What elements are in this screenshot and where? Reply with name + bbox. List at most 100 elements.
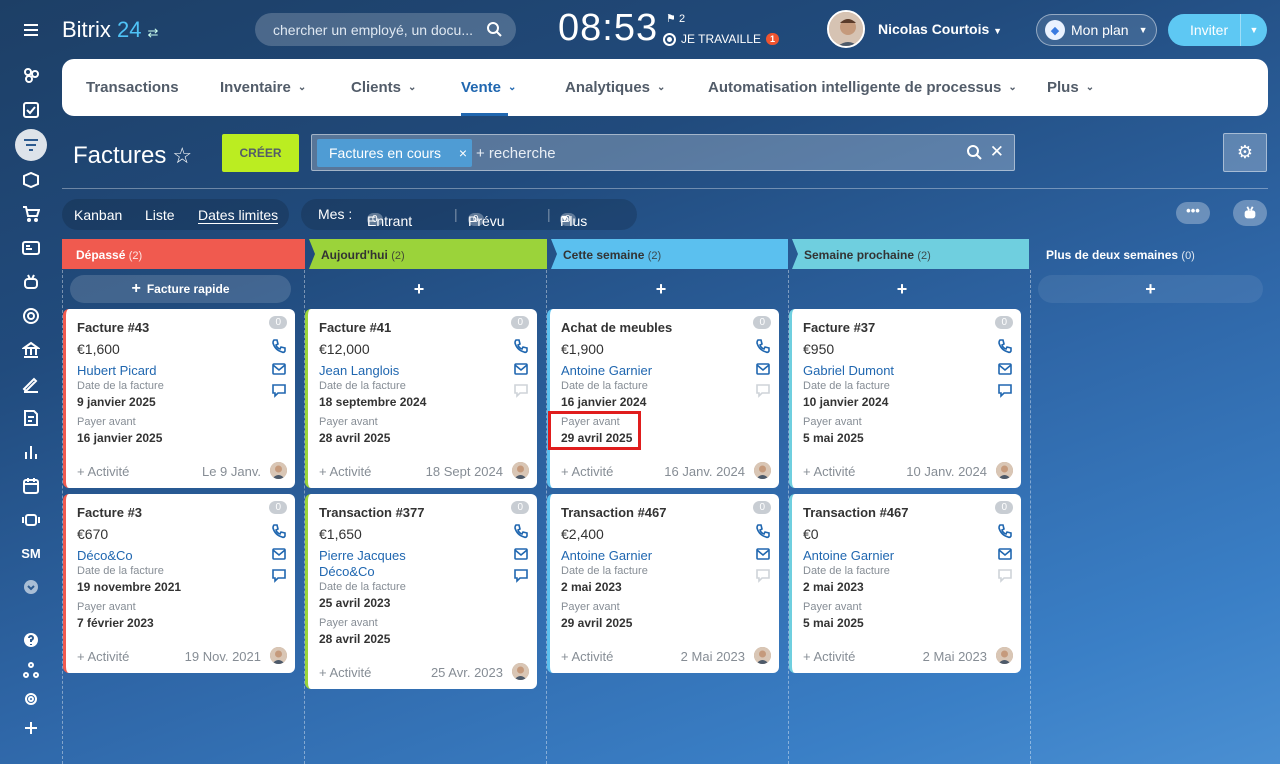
card-title[interactable]: Facture #41: [319, 320, 391, 335]
card-title[interactable]: Facture #43: [77, 320, 149, 335]
card-client-link[interactable]: Gabriel Dumont: [803, 363, 894, 378]
phone-icon[interactable]: [997, 338, 1013, 354]
pay-before-value: 5 mai 2025: [803, 616, 864, 630]
avatar[interactable]: [754, 462, 771, 479]
chat-icon[interactable]: [513, 567, 529, 583]
column-header-cette-semaine[interactable]: Cette semaine (2): [549, 239, 788, 269]
chat-icon[interactable]: [271, 567, 287, 583]
card-date: 18 Sept 2024: [425, 464, 503, 479]
card-title[interactable]: Facture #3: [77, 505, 142, 520]
add-card-button[interactable]: +: [553, 275, 769, 303]
invoice-date-value: 9 janvier 2025: [77, 395, 156, 409]
phone-icon[interactable]: [755, 523, 771, 539]
chat-icon[interactable]: [755, 382, 771, 398]
add-card-button[interactable]: +: [1038, 275, 1263, 303]
card-date: 16 Janv. 2024: [664, 464, 745, 479]
mail-icon[interactable]: [997, 361, 1013, 377]
mail-icon[interactable]: [755, 546, 771, 562]
add-card-button[interactable]: +: [794, 275, 1010, 303]
quick-invoice-button[interactable]: + Facture rapide: [70, 275, 291, 303]
card-title[interactable]: Facture #37: [803, 320, 875, 335]
card-client-link[interactable]: Antoine Garnier: [561, 363, 652, 378]
card-title[interactable]: Transaction #467: [561, 505, 667, 520]
mail-icon[interactable]: [997, 546, 1013, 562]
card-client-link[interactable]: Jean Langlois: [319, 363, 399, 378]
pay-before-value: 16 janvier 2025: [77, 431, 163, 445]
chat-icon[interactable]: [513, 382, 529, 398]
column-title: Plus de deux semaines: [1046, 248, 1179, 262]
column-title: Aujourd'hui: [321, 248, 388, 262]
add-card-button[interactable]: +: [311, 275, 527, 303]
column-header-aujourdhui[interactable]: Aujourd'hui (2): [307, 239, 547, 269]
card-client-link[interactable]: Pierre Jacques: [319, 548, 406, 563]
invoice-date-label: Date de la facture: [77, 380, 164, 392]
mail-icon[interactable]: [755, 361, 771, 377]
kanban-card[interactable]: Transaction #467 0 €2,400 Antoine Garnier Da…: [547, 494, 779, 673]
invoice-date-value: 19 novembre 2021: [77, 580, 182, 594]
mail-icon[interactable]: [513, 361, 529, 377]
mail-icon[interactable]: [513, 546, 529, 562]
add-activity-link[interactable]: + Activité: [319, 464, 371, 479]
card-company-link[interactable]: Déco&Co: [319, 564, 375, 579]
kanban-card[interactable]: Facture #3 0 €670 Déco&Co Date de la facture…: [63, 494, 295, 673]
column-header-semaine-prochaine[interactable]: Semaine prochaine (2): [790, 239, 1029, 269]
column-count: (2): [917, 250, 931, 262]
card-title[interactable]: Transaction #377: [319, 505, 425, 520]
card-client-link[interactable]: Antoine Garnier: [803, 548, 894, 563]
plus-icon: +: [131, 280, 141, 297]
kanban-card[interactable]: Facture #37 0 €950 Gabriel Dumont Date de la…: [789, 309, 1021, 488]
chat-icon[interactable]: [271, 382, 287, 398]
column-title: Semaine prochaine: [804, 248, 915, 262]
phone-icon[interactable]: [513, 523, 529, 539]
card-title[interactable]: Achat de meubles: [561, 320, 672, 335]
invoice-date-value: 2 mai 2023: [561, 580, 622, 594]
card-date: 2 Mai 2023: [680, 649, 745, 664]
invoice-date-value: 10 janvier 2024: [803, 395, 889, 409]
card-client-link[interactable]: Hubert Picard: [77, 363, 156, 378]
phone-icon[interactable]: [271, 523, 287, 539]
mail-icon[interactable]: [271, 361, 287, 377]
phone-icon[interactable]: [755, 338, 771, 354]
add-activity-link[interactable]: + Activité: [319, 665, 371, 680]
add-activity-link[interactable]: + Activité: [77, 464, 129, 479]
card-amount: €1,900: [561, 341, 604, 357]
avatar[interactable]: [996, 647, 1013, 664]
chat-icon[interactable]: [755, 567, 771, 583]
card-client-link[interactable]: Antoine Garnier: [561, 548, 652, 563]
card-date: 19 Nov. 2021: [184, 649, 261, 664]
kanban-card[interactable]: Facture #41 0 €12,000 Jean Langlois Date de …: [305, 309, 537, 488]
avatar[interactable]: [754, 647, 771, 664]
phone-icon[interactable]: [997, 523, 1013, 539]
avatar[interactable]: [270, 647, 287, 664]
add-activity-link[interactable]: + Activité: [77, 649, 129, 664]
card-date: 2 Mai 2023: [922, 649, 987, 664]
chat-icon[interactable]: [997, 567, 1013, 583]
card-amount: €2,400: [561, 526, 604, 542]
phone-icon[interactable]: [271, 338, 287, 354]
kanban-card[interactable]: Transaction #377 0 €1,650 Pierre Jacques Déc…: [305, 494, 537, 689]
pay-before-label: Payer avant: [319, 617, 378, 629]
add-activity-link[interactable]: + Activité: [803, 649, 855, 664]
avatar[interactable]: [996, 462, 1013, 479]
kanban-card[interactable]: Facture #43 0 €1,600 Hubert Picard Date de l…: [63, 309, 295, 488]
kanban-card[interactable]: Transaction #467 0 €0 Antoine Garnier Date d…: [789, 494, 1021, 673]
add-activity-link[interactable]: + Activité: [561, 464, 613, 479]
column-count: (2): [647, 250, 662, 262]
column-count: (2): [391, 250, 405, 262]
chat-icon[interactable]: [997, 382, 1013, 398]
avatar[interactable]: [512, 663, 529, 680]
add-activity-link[interactable]: + Activité: [803, 464, 855, 479]
invoice-date-value: 25 avril 2023: [319, 596, 391, 610]
card-title[interactable]: Transaction #467: [803, 505, 909, 520]
card-client-link[interactable]: Déco&Co: [77, 548, 133, 563]
add-activity-link[interactable]: + Activité: [561, 649, 613, 664]
mail-icon[interactable]: [271, 546, 287, 562]
column-header-plus-deux-semaines[interactable]: Plus de deux semaines (0): [1032, 239, 1268, 269]
invoice-date-value: 18 septembre 2024: [319, 395, 427, 409]
kanban-card[interactable]: Achat de meubles 0 €1,900 Antoine Garnier Da…: [547, 309, 779, 488]
phone-icon[interactable]: [513, 338, 529, 354]
avatar[interactable]: [512, 462, 529, 479]
column-header-depasse[interactable]: Dépassé (2): [62, 239, 305, 269]
avatar[interactable]: [270, 462, 287, 479]
card-amount: €670: [77, 526, 109, 542]
